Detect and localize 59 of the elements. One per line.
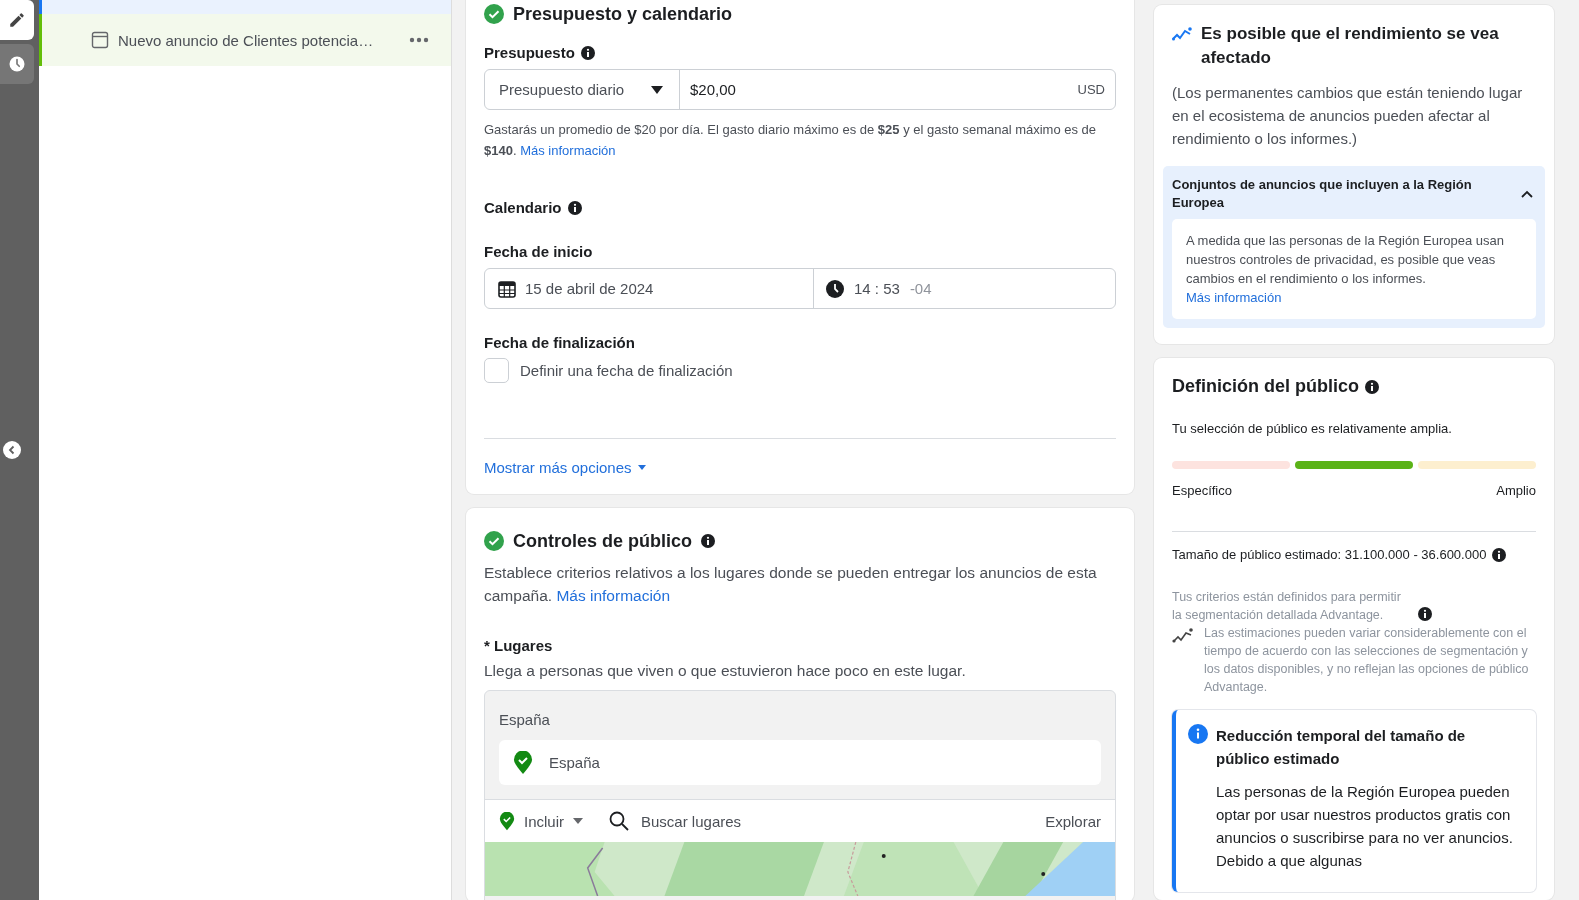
info-icon[interactable] xyxy=(580,45,595,60)
info-icon[interactable] xyxy=(1365,379,1379,394)
rail-tab[interactable] xyxy=(0,44,34,84)
ad-name: Nuevo anuncio de Clientes potencia… xyxy=(118,31,375,49)
card-title: Definición del público xyxy=(1172,376,1359,397)
chevron-icon xyxy=(7,445,17,455)
locations-hint: Llega a personas que viven o que estuvieron hace poco en este lugar. xyxy=(484,662,967,680)
meter-min-label: Específico xyxy=(1172,483,1232,498)
section-title: Controles de público xyxy=(513,530,692,552)
section-description: Establece criterios relativos a los lugares donde se pueden entregar los anuncios de esta campaña. Más información xyxy=(484,563,1098,606)
location-item[interactable]: España xyxy=(499,740,1101,785)
pencil-icon xyxy=(8,11,26,29)
notice-text: Las personas de la Región Europea pueden optar por usar nuestros productos gratis con anuncios o suscribirse para no ver anuncios. Debido a que algunas xyxy=(1216,782,1514,871)
more-info-link[interactable]: Más información xyxy=(1186,290,1282,305)
field-label: Presupuesto xyxy=(484,44,575,61)
ad-icon xyxy=(91,31,109,49)
explore-button[interactable]: Explorar xyxy=(1035,800,1115,842)
info-icon xyxy=(1188,724,1208,744)
accordion-text: A medida que las personas de la Región Europea usan nuestros controles de privacidad, es posible que veas cambios en el rendimiento o los informes. Más información xyxy=(1186,232,1505,307)
search-field[interactable]: Buscar lugares xyxy=(609,800,1036,842)
include-select[interactable]: Incluir xyxy=(485,800,609,842)
budget-note: Gastarás un promedio de $20 por día. El gasto diario máximo es de $25 y el gasto semanal máximo es de $140. Más información xyxy=(484,121,1098,160)
trend-icon xyxy=(1172,26,1192,42)
location-group-label: España xyxy=(498,710,551,730)
info-icon[interactable] xyxy=(567,200,582,215)
field-label: Fecha de inicio xyxy=(484,243,593,260)
pin-icon xyxy=(513,750,533,775)
card-title: Es posible que el rendimiento se vea afectado xyxy=(1201,23,1500,69)
info-icon[interactable] xyxy=(1492,547,1507,562)
checkbox-label: Definir una fecha de finalización xyxy=(520,362,733,379)
field-label: Fecha de finalización xyxy=(484,334,635,351)
checkbox[interactable] xyxy=(484,358,509,383)
chevron-icon xyxy=(1521,190,1533,198)
more-icon[interactable] xyxy=(409,37,429,43)
accordion-header[interactable]: Conjuntos de anuncios que incluyen a la Región Europea xyxy=(1163,166,1545,219)
field-label: * Lugares xyxy=(484,637,553,654)
location-name: España xyxy=(549,754,600,771)
caret-icon xyxy=(637,465,646,470)
ad-row[interactable]: Nuevo anuncio de Clientes potencia… xyxy=(39,14,451,66)
criteria-note: Tus criterios están definidos para permitir la segmentación detallada Advantage. xyxy=(1172,589,1402,624)
rail-tab[interactable] xyxy=(0,0,34,40)
more-options-link[interactable]: Mostrar más opciones xyxy=(484,459,646,476)
caret-icon xyxy=(573,818,583,824)
trend-icon xyxy=(1172,626,1194,644)
collapse-button[interactable] xyxy=(3,441,21,459)
estimate-note: Las estimaciones pueden variar considerablemente con el tiempo de acuerdo con las selecciones de segmentación y los datos disponibles, y no reflejan las opciones de público Advantage. xyxy=(1204,625,1530,696)
field-label: Calendario xyxy=(484,199,562,216)
card-text: (Los permanentes cambios que están teniendo lugar en el ecosistema de anuncios pueden afectar al rendimiento o los informes.) xyxy=(1172,83,1524,149)
clock-icon xyxy=(8,55,26,73)
info-icon[interactable] xyxy=(701,534,715,548)
more-info-link[interactable]: Más información xyxy=(520,143,616,158)
notice-title: Reducción temporal del tamaño de público estimado xyxy=(1216,726,1467,769)
info-icon[interactable] xyxy=(1418,607,1432,621)
pin-icon xyxy=(499,811,515,831)
meter-max-label: Amplio xyxy=(1496,483,1536,498)
estimated-size: Tamaño de público estimado: 31.100.000 - 36.600.000 xyxy=(1172,547,1487,562)
audience-summary: Tu selección de público es relativamente amplia. xyxy=(1172,421,1453,436)
more-info-link[interactable]: Más información xyxy=(556,587,671,604)
section-title: Presupuesto y calendario xyxy=(513,3,733,25)
